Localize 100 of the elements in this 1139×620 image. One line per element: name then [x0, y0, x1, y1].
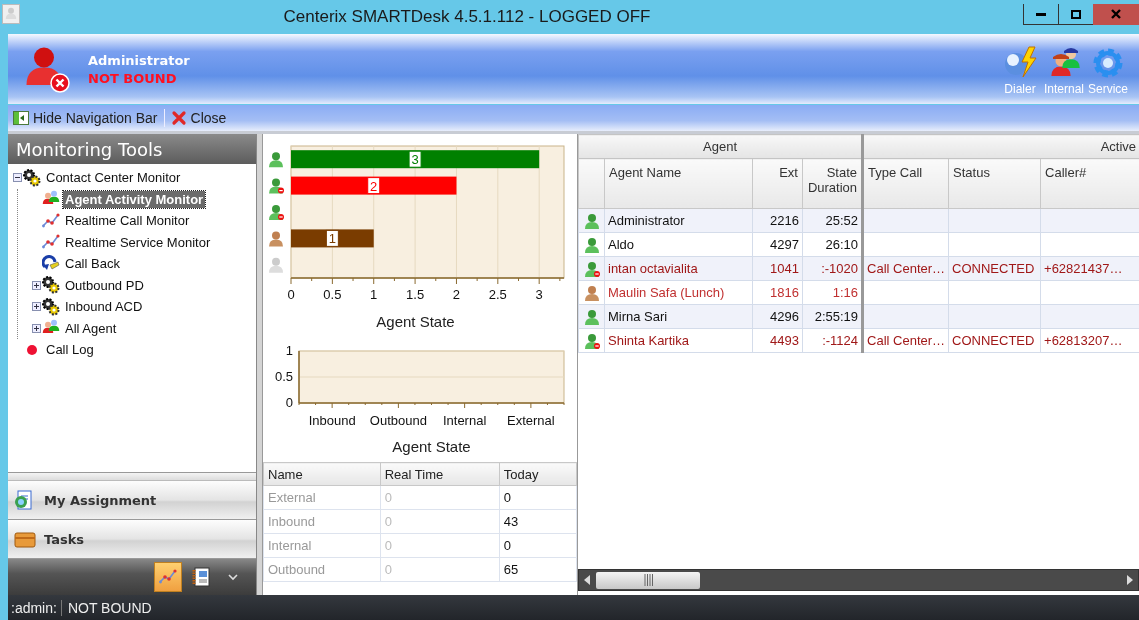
- navigation-section-button[interactable]: Tasks: [8, 520, 256, 559]
- agent-state-icon: [583, 259, 600, 278]
- tree-item[interactable]: Realtime Call Monitor: [63, 212, 192, 230]
- column-header[interactable]: Today: [499, 462, 577, 486]
- tree-item[interactable]: All Agent: [63, 319, 119, 337]
- table-cell: CONNECTED: [948, 256, 1041, 281]
- gear-icon: [1091, 46, 1125, 80]
- tree-item[interactable]: Call Back: [63, 255, 122, 273]
- data-label: 1: [325, 229, 339, 247]
- axis-tick-label: 2.5: [488, 287, 507, 302]
- axis-tick-label: 1.5: [406, 287, 425, 302]
- tree-item[interactable]: Contact Center Monitor: [44, 169, 183, 187]
- expand-icon[interactable]: [32, 302, 41, 312]
- toolbar-button[interactable]: Hide Navigation Bar: [11, 110, 160, 126]
- expand-icon[interactable]: [32, 323, 41, 333]
- data-label: 3: [408, 150, 422, 168]
- table-cell: Call Center…: [862, 328, 949, 353]
- notebook-icon: [192, 567, 210, 587]
- agent-state-icon: [583, 283, 600, 302]
- tree-item[interactable]: Inbound ACD: [63, 298, 145, 316]
- user-name: Administrator: [88, 52, 190, 68]
- column-header[interactable]: Type Call: [862, 158, 949, 209]
- column-header[interactable]: Status: [948, 158, 1041, 209]
- window-title: Centerix SMARTDesk 4.5.1.112 - LOGGED OFF: [282, 7, 652, 27]
- scrollbar-thumb[interactable]: [596, 571, 700, 589]
- line-chart-icon: [42, 211, 60, 230]
- axis-title: Agent State: [376, 313, 455, 330]
- column-header[interactable]: Real Time: [380, 462, 500, 486]
- folder-icon: [14, 529, 36, 549]
- agent-state-icon: [583, 235, 600, 254]
- line-chart-icon: [159, 568, 177, 586]
- axis-tick-label: 0: [285, 395, 293, 410]
- axis-tick-label: 1: [370, 287, 378, 302]
- agent-state-icon: [269, 205, 284, 220]
- user-status: NOT BOUND: [88, 70, 178, 86]
- app-icon: [2, 4, 20, 24]
- axis-title: Agent State: [392, 438, 471, 455]
- close-icon: [170, 110, 187, 126]
- column-header[interactable]: Caller#: [1040, 158, 1139, 209]
- minimize-icon: [1036, 12, 1046, 16]
- horizontal-scrollbar[interactable]: [578, 569, 1139, 591]
- agent-state-icon: [269, 231, 283, 247]
- agent-state-icon: [583, 307, 600, 326]
- table-cell: 0: [499, 485, 577, 510]
- category-label: Outbound: [369, 413, 427, 428]
- agent-state-icon: [583, 211, 600, 230]
- column-group-header: Agent: [578, 134, 863, 159]
- table-cell: Inbound: [263, 509, 381, 534]
- chevron-down-icon: [228, 573, 238, 581]
- gears-icon: [42, 297, 60, 316]
- table-cell: CONNECTED: [948, 328, 1041, 353]
- agent-state-icon: [269, 152, 283, 168]
- table-cell: Aldo: [604, 232, 753, 257]
- scroll-right-icon: [1125, 574, 1135, 586]
- scroll-left-icon: [582, 574, 592, 586]
- table-cell: 0: [380, 485, 500, 510]
- table-cell: 0: [380, 509, 500, 534]
- view-switch-button[interactable]: [154, 562, 182, 592]
- panel-icon: [13, 110, 29, 126]
- column-group-header: Active: [862, 134, 1139, 159]
- table-cell: 1816: [752, 280, 803, 305]
- table-cell: Mirna Sari: [604, 304, 753, 329]
- tree-item[interactable]: Agent Activity Monitor: [63, 190, 206, 208]
- splitter-grip[interactable]: [8, 472, 256, 481]
- column-header[interactable]: Ext: [752, 158, 803, 209]
- collapse-icon[interactable]: [13, 173, 22, 183]
- table-cell: +62821437…: [1040, 256, 1139, 281]
- close-button[interactable]: [1093, 4, 1139, 25]
- gears-icon: [42, 276, 60, 295]
- column-header[interactable]: Agent Name: [604, 158, 753, 209]
- status-user: :admin:: [8, 599, 62, 616]
- table-cell: intan octavialita: [604, 256, 753, 281]
- table-cell: Maulin Safa (Lunch): [604, 280, 753, 305]
- column-header[interactable]: Name: [263, 462, 381, 486]
- table-cell: 4297: [752, 232, 803, 257]
- globe-lightning-icon: [1003, 46, 1037, 80]
- panel-title: Monitoring Tools: [8, 134, 256, 164]
- category-label: Inbound: [308, 413, 356, 428]
- axis-tick-label: 0.5: [323, 287, 342, 302]
- tree-item[interactable]: Call Log: [44, 341, 96, 359]
- toolbar-button[interactable]: Close: [168, 110, 229, 126]
- category-label: External: [507, 413, 555, 428]
- navigation-section-button[interactable]: My Assignment: [8, 481, 256, 520]
- tree-item[interactable]: Realtime Service Monitor: [63, 233, 213, 251]
- agent-state-icon: [269, 178, 284, 194]
- table-cell: Administrator: [604, 208, 753, 233]
- column-header[interactable]: State Duration: [802, 158, 863, 209]
- axis-tick-label: 0.5: [274, 369, 293, 384]
- table-cell: 0: [380, 557, 500, 582]
- table-cell: 0: [499, 533, 577, 558]
- expand-icon[interactable]: [32, 280, 41, 290]
- axis-tick-label: 1: [285, 343, 293, 358]
- status-text: NOT BOUND: [66, 599, 152, 616]
- data-label: 2: [367, 177, 381, 195]
- table-cell: Shinta Kartika: [604, 328, 753, 353]
- table-cell: External: [263, 485, 381, 510]
- tree-item[interactable]: Outbound PD: [63, 276, 146, 294]
- agent-state-icon: [269, 257, 283, 273]
- gears-icon: [23, 168, 41, 187]
- minimize-button[interactable]: [1023, 4, 1059, 25]
